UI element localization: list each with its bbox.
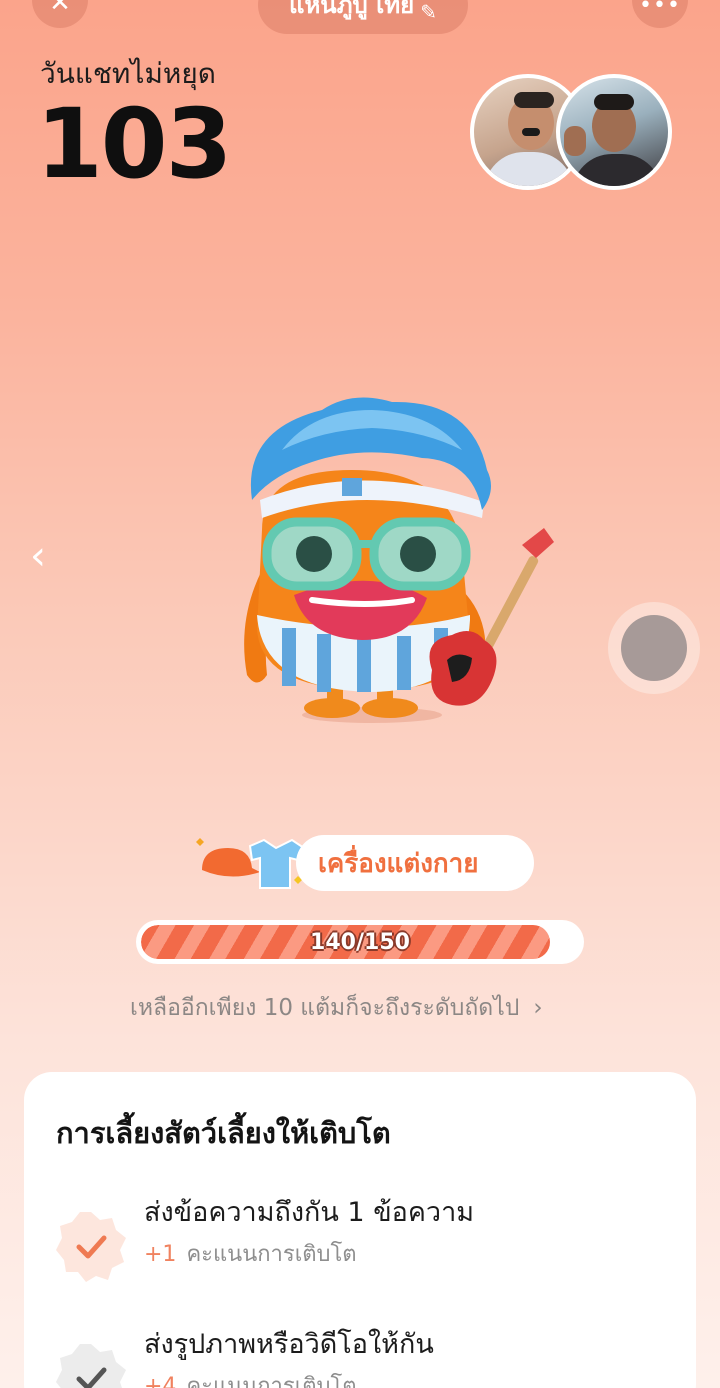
more-options-button[interactable]: ••• — [632, 0, 688, 28]
next-level-text: เหลืออีกเพียง 10 แต้มก็จะถึงระดับถัดไป — [130, 995, 520, 1021]
task-points: +1 คะแนนการเติบโต — [144, 1242, 357, 1267]
streak-count: 103 — [36, 88, 232, 200]
pet-character-illustration[interactable] — [222, 390, 562, 730]
task-title: ส่งรูปภาพหรือวิดีโอให้กัน — [144, 1329, 434, 1360]
progress-text: 140/150 — [310, 929, 410, 955]
check-icon — [56, 1212, 126, 1282]
previous-pet-button[interactable]: ‹ — [30, 533, 46, 579]
growth-progress-bar: 140/150 — [136, 920, 584, 964]
growth-tasks-card: การเลี้ยงสัตว์เลี้ยงให้เติบโต ส่งข้อความ… — [24, 1072, 696, 1388]
chevron-right-icon: › — [533, 995, 543, 1021]
check-icon — [56, 1344, 126, 1388]
avatar-user-2[interactable] — [556, 74, 672, 190]
close-icon: ✕ — [49, 0, 71, 18]
card-title: การเลี้ยงสัตว์เลี้ยงให้เติบโต — [56, 1116, 391, 1150]
edit-pencil-icon: ✎ — [420, 0, 437, 24]
outfit-category-badge[interactable]: เครื่องแต่งกาย — [296, 835, 534, 891]
close-button[interactable]: ✕ — [32, 0, 88, 28]
task-title: ส่งข้อความถึงกัน 1 ข้อความ — [144, 1197, 475, 1228]
next-level-link[interactable]: เหลืออีกเพียง 10 แต้มก็จะถึงระดับถัดไป › — [130, 990, 543, 1026]
floating-assistive-button[interactable] — [608, 602, 700, 694]
badge-label: เครื่องแต่งกาย — [318, 848, 479, 879]
chat-title: แหนภูบู เทย — [289, 0, 415, 19]
outfit-category-icon — [196, 838, 306, 889]
chat-title-pill[interactable]: แหนภูบู เทย ✎ — [258, 0, 468, 34]
task-points: +4 คะแนนการเติบโต — [144, 1374, 357, 1388]
chevron-left-icon: ‹ — [30, 533, 46, 579]
more-icon: ••• — [639, 0, 681, 18]
